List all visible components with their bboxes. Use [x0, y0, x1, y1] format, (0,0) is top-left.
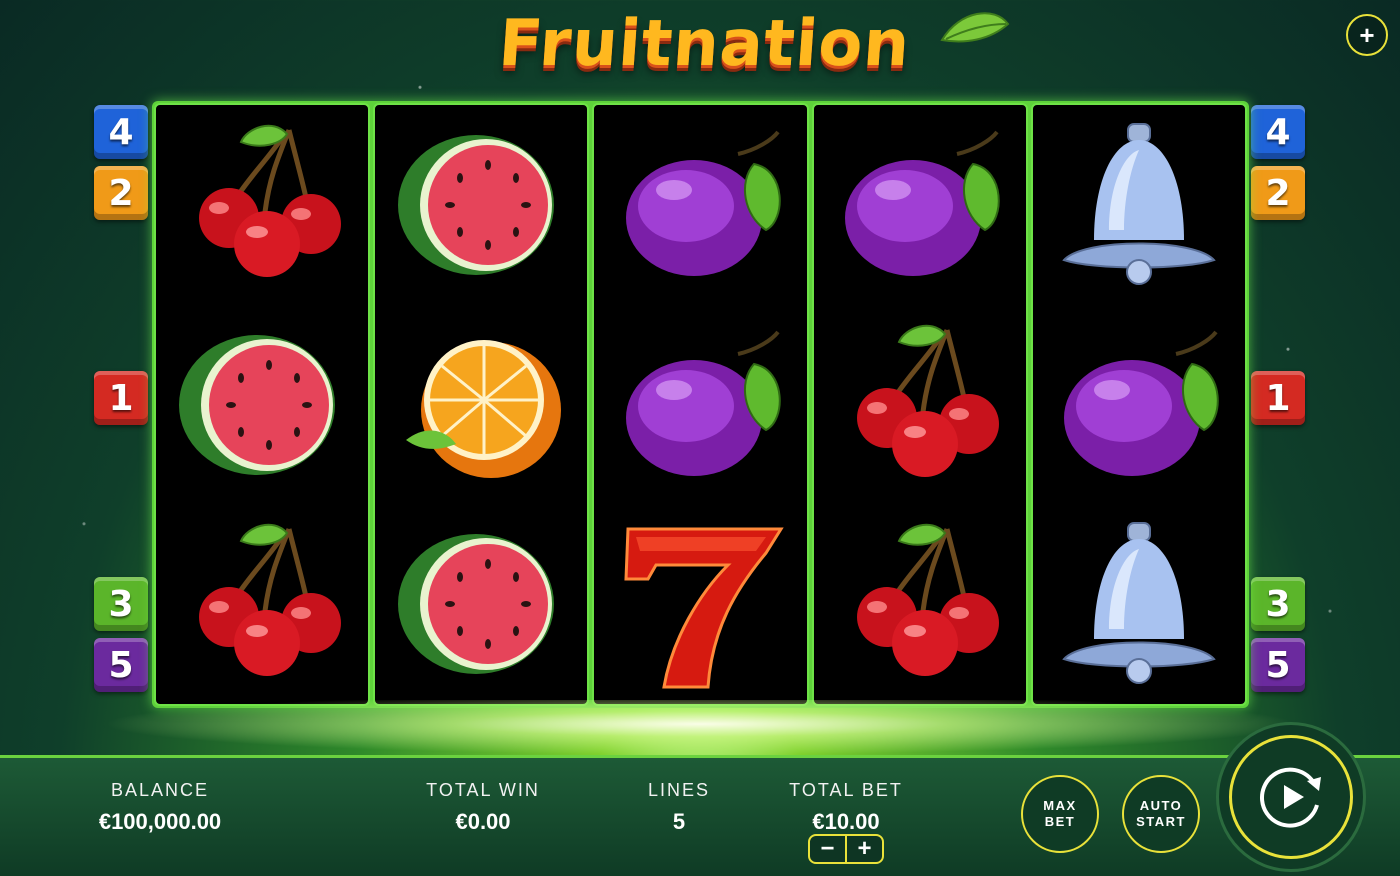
max-bet-label-2: BET [1044, 814, 1076, 829]
plum-icon [844, 130, 1000, 276]
reel-grid [152, 101, 1249, 708]
cherry-symbol [156, 504, 368, 704]
watermelon-symbol [375, 504, 587, 704]
payline-right-4: 4 [1251, 105, 1305, 159]
watermelon-icon [398, 134, 555, 275]
decrease-bet-button[interactable]: − [810, 836, 847, 862]
reel-2 [373, 103, 590, 706]
payline-left-5: 5 [94, 638, 148, 692]
seven-icon [623, 527, 784, 689]
cherry-symbol [814, 305, 1026, 505]
cherry-icon [856, 524, 999, 677]
game-title: Fruitnation [496, 7, 914, 81]
bell-icon [1062, 122, 1216, 285]
auto-start-label-1: AUTO [1139, 798, 1183, 813]
plum-symbol [814, 105, 1026, 305]
auto-start-label-2: START [1136, 814, 1186, 829]
cherry-icon [199, 524, 342, 677]
plum-symbol [594, 105, 806, 305]
total-win-value: €0.00 [455, 809, 511, 834]
auto-start-button[interactable]: AUTO START [1122, 775, 1200, 853]
watermelon-symbol [156, 305, 368, 505]
plum-symbol [1033, 305, 1245, 505]
payline-right-1: 1 [1251, 371, 1305, 425]
spin-button[interactable] [1216, 722, 1366, 872]
orange-icon [406, 339, 562, 478]
seven-symbol [594, 504, 806, 704]
cherry-icon [199, 124, 342, 277]
increase-bet-button[interactable]: + [847, 836, 882, 862]
spin-icon [1260, 767, 1321, 828]
watermelon-icon [398, 534, 555, 675]
payline-left-3: 3 [94, 577, 148, 631]
reel-glow [0, 700, 1400, 760]
total-win-label: TOTAL WIN [426, 780, 540, 800]
plus-icon: + [1359, 20, 1375, 50]
payline-left-2: 2 [94, 166, 148, 220]
total-bet-label: TOTAL BET [789, 780, 903, 800]
total-bet-display: TOTAL BET €10.00 [766, 780, 926, 835]
balance-display: BALANCE €100,000.00 [60, 780, 260, 835]
bet-stepper: − + [808, 834, 884, 864]
payline-right-2: 2 [1251, 166, 1305, 220]
payline-left-1: 1 [94, 371, 148, 425]
leaf-icon [940, 12, 1010, 43]
max-bet-button[interactable]: MAX BET [1021, 775, 1099, 853]
reel-4 [811, 103, 1028, 706]
balance-label: BALANCE [110, 780, 210, 800]
payline-right-3: 3 [1251, 577, 1305, 631]
cherry-icon [856, 324, 999, 477]
plum-symbol [594, 305, 806, 505]
spin-ring [1229, 735, 1353, 859]
bell-icon [1062, 522, 1216, 685]
cherry-symbol [156, 105, 368, 305]
cherry-symbol [814, 504, 1026, 704]
lines-label: LINES [647, 780, 711, 800]
bell-symbol [1033, 504, 1245, 704]
total-bet-value: €10.00 [812, 809, 880, 834]
reel-5 [1030, 103, 1248, 706]
reel-1 [154, 103, 371, 706]
plum-icon [625, 330, 781, 476]
plum-icon [625, 130, 781, 276]
max-bet-label-1: MAX [1043, 798, 1077, 813]
payline-right-5: 5 [1251, 638, 1305, 692]
game-logo: Fruitnation [470, 4, 1010, 84]
total-win-display: TOTAL WIN €0.00 [393, 780, 573, 835]
lines-display: LINES 5 [629, 780, 729, 835]
payline-left-4: 4 [94, 105, 148, 159]
watermelon-symbol [375, 105, 587, 305]
menu-plus-button[interactable]: + [1346, 14, 1388, 56]
reel-3 [592, 103, 809, 706]
bell-symbol [1033, 105, 1245, 305]
lines-value: 5 [672, 809, 686, 834]
orange-symbol [375, 305, 587, 505]
plum-icon [1063, 330, 1219, 476]
watermelon-icon [179, 334, 336, 475]
balance-value: €100,000.00 [98, 809, 222, 834]
